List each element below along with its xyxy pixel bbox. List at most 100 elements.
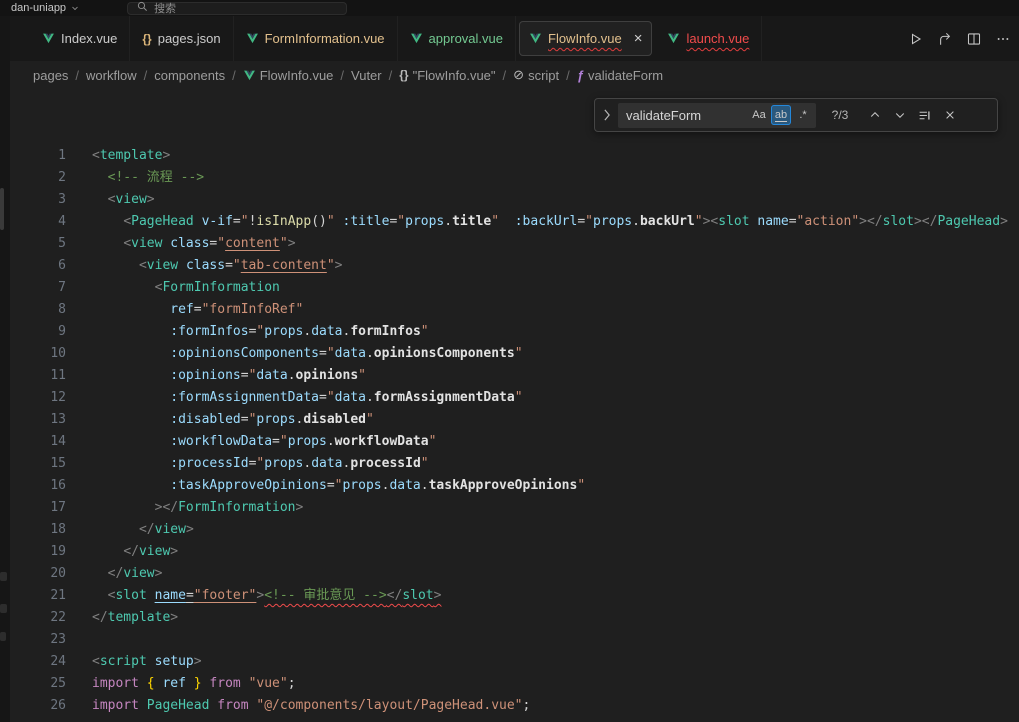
command-center-search[interactable]: 搜索 [127,2,347,15]
tab-bar-tabs: Index.vue {}pages.jsonFormInformation.vue… [30,16,762,61]
code-line-content[interactable]: <template> [66,145,170,167]
next-match-button[interactable] [889,105,910,126]
code-line-content[interactable]: :processId="props.data.processId" [66,453,429,475]
code-line: 24<script setup> [10,651,1019,673]
code-line-content[interactable]: :formInfos="props.data.formInfos" [66,321,429,343]
line-number: 18 [10,519,66,541]
vue-icon [667,32,680,45]
sidebar-fragment [0,188,4,230]
more-actions-button[interactable] [990,26,1015,51]
code-line-content[interactable]: <!-- 流程 --> [66,167,204,189]
editor-pane[interactable]: Aaab.* ?/3 1<template>2 <!-- 流程 -->3 <vi… [10,89,1019,722]
code-line: 20 </view> [10,563,1019,585]
code-line: 6 <view class="tab-content"> [10,255,1019,277]
find-input[interactable] [618,108,749,123]
sidebar-fragment [0,632,6,641]
regex-button[interactable]: .* [793,105,813,125]
code-line-content[interactable] [66,629,92,651]
tab-approval.vue[interactable]: approval.vue [398,16,516,61]
tab-launch.vue[interactable]: launch.vue [655,16,762,61]
match-count: ?/3 [820,108,860,122]
breadcrumb-item[interactable]: {}"FlowInfo.vue" [399,68,495,83]
code-line-content[interactable]: :workflowData="props.workflowData" [66,431,436,453]
breadcrumb-label: script [528,68,559,83]
tab-pages.json[interactable]: {}pages.json [130,16,233,61]
breadcrumb-label: pages [33,68,68,83]
tab-label: Index.vue [61,31,117,46]
breadcrumb-item[interactable]: ⊘ script [513,67,559,83]
line-number: 13 [10,409,66,431]
line-number: 25 [10,673,66,695]
module-icon: ⊘ [513,67,524,83]
close-find-button[interactable] [939,105,960,126]
code-line-content[interactable]: :opinions="data.opinions" [66,365,366,387]
previous-match-button[interactable] [864,105,885,126]
line-number: 3 [10,189,66,211]
whole-word-button[interactable]: ab [771,105,791,125]
line-number: 23 [10,629,66,651]
code-line-content[interactable]: <script setup> [66,651,202,673]
run-button[interactable] [903,26,928,51]
line-number: 2 [10,167,66,189]
breadcrumb-item[interactable]: FlowInfo.vue [243,68,334,83]
code-line: 2 <!-- 流程 --> [10,167,1019,189]
tab-label: FlowInfo.vue [548,31,622,46]
code-line-content[interactable]: <view class="content"> [66,233,296,255]
breadcrumb-separator: / [340,68,344,83]
breadcrumb-separator: / [144,68,148,83]
sidebar-fragment [0,604,7,613]
search-icon [137,1,148,15]
code-line: 4 <PageHead v-if="!isInApp()" :title="pr… [10,211,1019,233]
code-line-content[interactable]: ref="formInfoRef" [66,299,303,321]
match-case-button[interactable]: Aa [749,105,769,125]
line-number: 8 [10,299,66,321]
code-line: 17 ></FormInformation> [10,497,1019,519]
code-line-content[interactable]: <view class="tab-content"> [66,255,342,277]
breadcrumb-item[interactable]: workflow [86,68,137,83]
line-number: 21 [10,585,66,607]
find-in-selection-button[interactable] [914,105,935,126]
code-line-content[interactable]: <slot name="footer"><!-- 审批意见 --></slot> [66,585,441,607]
tab-FormInformation.vue[interactable]: FormInformation.vue [234,16,398,61]
code-line: 13 :disabled="props.disabled" [10,409,1019,431]
breadcrumb-separator: / [389,68,393,83]
open-changes-button[interactable] [932,26,957,51]
line-number: 16 [10,475,66,497]
code-line-content[interactable]: </template> [66,607,178,629]
function-icon: ƒ [577,68,584,83]
split-editor-button[interactable] [961,26,986,51]
tab-FlowInfo.vue[interactable]: FlowInfo.vue × [519,21,652,56]
line-number: 12 [10,387,66,409]
code-line-content[interactable]: </view> [66,541,178,563]
code-line-content[interactable]: import PageHead from "@/components/layou… [66,695,530,717]
code-line-content[interactable]: <FormInformation [66,277,280,299]
breadcrumb-item[interactable]: pages [33,68,68,83]
vue-icon [410,32,423,45]
code-line: 23 [10,629,1019,651]
code-line-content[interactable]: :formAssignmentData="data.formAssignment… [66,387,523,409]
breadcrumb: pages/workflow/components/FlowInfo.vue/V… [10,61,1019,89]
code-line-content[interactable]: :opinionsComponents="data.opinionsCompon… [66,343,523,365]
code-line-content[interactable]: </view> [66,563,162,585]
code-line-content[interactable]: :taskApproveOpinions="props.data.taskApp… [66,475,585,497]
breadcrumb-label: FlowInfo.vue [260,68,334,83]
code-line-content[interactable]: ></FormInformation> [66,497,303,519]
breadcrumb-item[interactable]: ƒvalidateForm [577,68,663,83]
code-line-content[interactable]: <PageHead v-if="!isInApp()" :title="prop… [66,211,1008,233]
line-number: 11 [10,365,66,387]
workspace-menu[interactable]: dan-uniapp [5,2,85,14]
close-tab-button[interactable]: × [634,31,643,46]
code-line-content[interactable]: import { ref } from "vue"; [66,673,296,695]
code-line: 10 :opinionsComponents="data.opinionsCom… [10,343,1019,365]
line-number: 17 [10,497,66,519]
tab-Index.vue[interactable]: Index.vue [30,16,130,61]
code-line-content[interactable]: </view> [66,519,194,541]
breadcrumb-item[interactable]: components [154,68,225,83]
toggle-replace-button[interactable] [600,109,614,121]
breadcrumb-item[interactable]: Vuter [351,68,382,83]
find-options: Aaab.* [749,105,816,125]
code-line-content[interactable]: <view> [66,189,155,211]
line-number: 1 [10,145,66,167]
code-line-content[interactable]: :disabled="props.disabled" [66,409,374,431]
workspace-name: dan-uniapp [11,2,66,14]
